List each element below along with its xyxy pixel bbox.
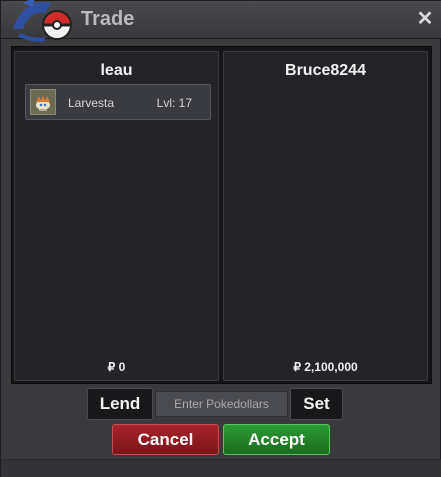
offer-item[interactable]: Larvesta Lvl: 17 [25,84,211,120]
pokeball-logo-icon [13,0,73,42]
pokedollars-input[interactable] [155,391,288,417]
title-bar[interactable]: Trade ✕ [1,0,441,42]
partner-money: ₽ 2,100,000 [293,360,358,374]
partner-offer-panel: Bruce8244 ₽ 2,100,000 [223,51,428,381]
trade-window: Trade ✕ leau Larvesta Lvl: 17 ₽ 0 Bruce8… [0,0,441,477]
bottom-bar [1,459,441,477]
accept-button[interactable]: Accept [223,424,330,455]
partner-player-name: Bruce8244 [285,62,366,79]
larvesta-icon [30,89,56,115]
my-money: ₽ 0 [107,360,126,374]
item-name: Larvesta [68,96,115,110]
lend-button[interactable]: Lend [87,388,153,420]
my-offer-panel: leau Larvesta Lvl: 17 ₽ 0 [14,51,219,381]
trade-area: leau Larvesta Lvl: 17 ₽ 0 Bruce8244 ₽ 2,… [11,46,432,384]
cancel-button[interactable]: Cancel [112,424,219,455]
set-button[interactable]: Set [290,388,343,420]
window-title: Trade [81,8,135,30]
my-player-name: leau [100,62,133,79]
close-icon[interactable]: ✕ [415,9,435,29]
item-level: Lvl: 17 [156,96,192,110]
